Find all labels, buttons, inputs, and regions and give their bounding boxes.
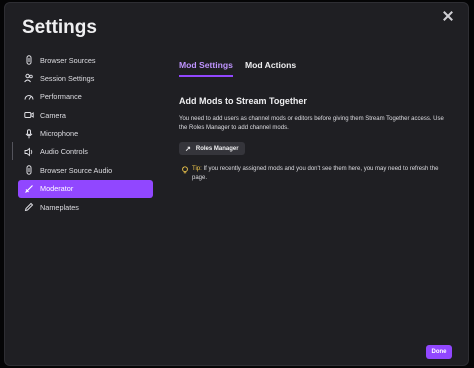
- settings-window: Settings Browser Sources Session Setting…: [4, 2, 469, 366]
- users-icon: [24, 73, 34, 83]
- tip-text: If you recently assigned mods and you do…: [192, 166, 439, 181]
- sidebar: Browser Sources Session Settings Perform…: [18, 51, 153, 217]
- link-icon: [24, 55, 34, 65]
- camera-icon: [24, 110, 34, 120]
- sidebar-divider: [12, 142, 13, 160]
- sidebar-item-moderator[interactable]: Moderator: [18, 179, 153, 198]
- sidebar-item-label: Audio Controls: [40, 147, 88, 157]
- tab-mod-actions[interactable]: Mod Actions: [245, 60, 296, 77]
- close-icon[interactable]: [442, 10, 454, 22]
- done-button[interactable]: Done: [426, 345, 452, 359]
- sidebar-item-label: Performance: [40, 92, 82, 102]
- section-heading: Add Mods to Stream Together: [179, 96, 307, 106]
- sidebar-item-session-settings[interactable]: Session Settings: [18, 69, 153, 87]
- sword-icon: [24, 184, 34, 194]
- tip-message: Tip: If you recently assigned mods and y…: [181, 165, 451, 182]
- sidebar-item-browser-source-audio[interactable]: Browser Source Audio: [18, 161, 153, 179]
- sidebar-item-label: Browser Sources: [40, 55, 96, 65]
- tab-mod-settings[interactable]: Mod Settings: [179, 60, 233, 77]
- sidebar-item-audio-controls[interactable]: Audio Controls: [18, 143, 153, 161]
- microphone-icon: [24, 128, 34, 139]
- tip-label: Tip:: [192, 166, 202, 172]
- tip-text-block: Tip: If you recently assigned mods and y…: [192, 165, 451, 182]
- sidebar-item-label: Nameplates: [40, 202, 79, 212]
- volume-icon: [24, 147, 34, 157]
- section-description: You need to add users as channel mods or…: [179, 116, 444, 131]
- link-icon: [24, 165, 34, 176]
- gauge-icon: [24, 92, 34, 102]
- sidebar-item-microphone[interactable]: Microphone: [18, 125, 153, 143]
- sidebar-item-label: Browser Source Audio: [40, 165, 113, 175]
- page-title: Settings: [22, 17, 97, 38]
- sidebar-item-camera[interactable]: Camera: [18, 106, 153, 124]
- arrow-up-right-icon: ↗: [185, 145, 191, 153]
- sidebar-item-label: Camera: [40, 110, 66, 120]
- roles-manager-label: Roles Manager: [195, 145, 239, 152]
- sidebar-item-label: Moderator: [40, 184, 74, 194]
- sidebar-item-label: Session Settings: [40, 73, 95, 83]
- roles-manager-button[interactable]: ↗ Roles Manager: [179, 142, 245, 155]
- sidebar-item-browser-sources[interactable]: Browser Sources: [18, 51, 153, 69]
- lightbulb-icon: [181, 166, 189, 174]
- tab-bar: Mod Settings Mod Actions: [179, 60, 308, 77]
- sidebar-item-performance[interactable]: Performance: [18, 88, 153, 106]
- sidebar-item-nameplates[interactable]: Nameplates: [18, 198, 153, 216]
- pencil-icon: [24, 202, 34, 212]
- sidebar-item-label: Microphone: [40, 129, 79, 139]
